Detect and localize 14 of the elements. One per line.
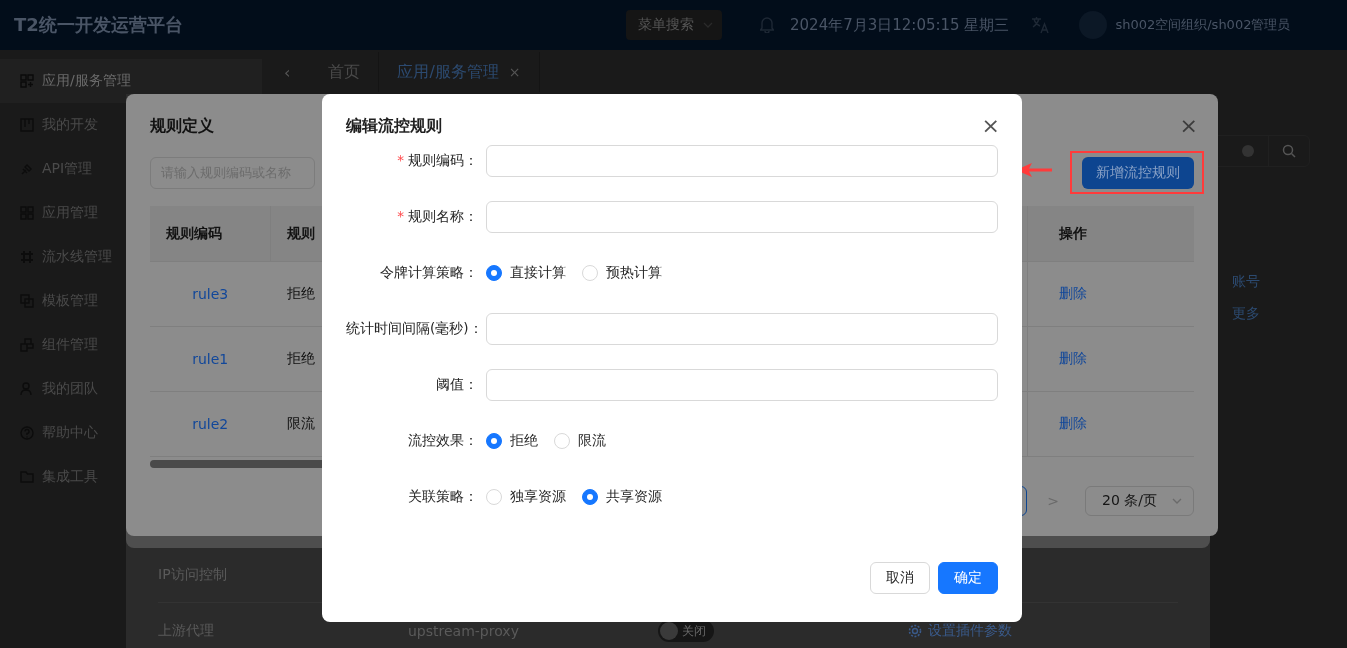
required-mark: * xyxy=(397,208,404,224)
app-title: T2统一开发运营平台 xyxy=(14,13,184,37)
field-label: 规则编码： xyxy=(408,152,478,168)
field-label: 规则名称： xyxy=(408,208,478,224)
field-label: 阈值： xyxy=(436,376,478,392)
dialog-title: 规则定义 xyxy=(150,115,214,137)
dialog-title: 编辑流控规则 xyxy=(346,115,442,137)
required-mark: * xyxy=(397,152,404,168)
field-label: 令牌计算策略： xyxy=(380,264,478,280)
field-label: 关联策略： xyxy=(408,488,478,504)
date-time: 2024年7月3日12:05:15 星期三 xyxy=(790,15,1010,35)
column-header: 操作 xyxy=(1027,206,1194,262)
field-label: 流控效果： xyxy=(408,432,478,448)
column-header: 规则编码 xyxy=(150,206,271,262)
